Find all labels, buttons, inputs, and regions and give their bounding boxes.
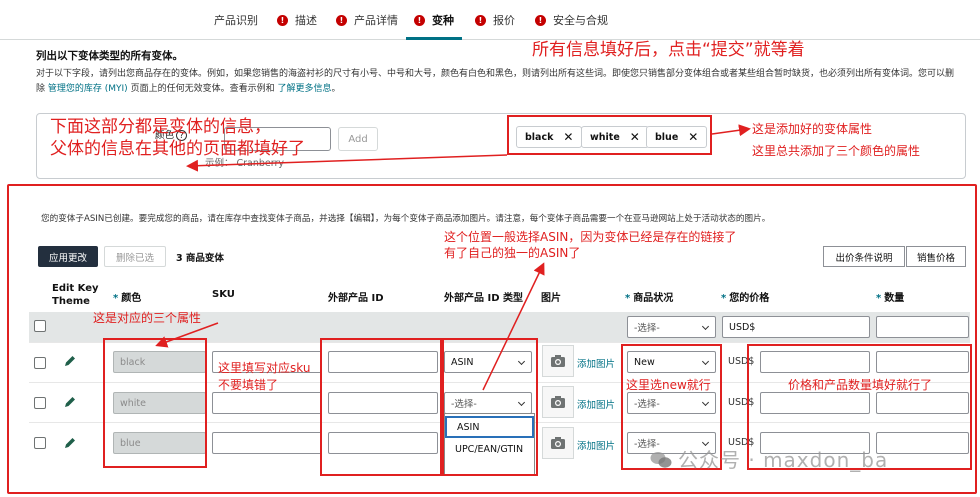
color-chip-blue: blue ✕	[646, 126, 708, 148]
tab-product-identity[interactable]: 产品识别	[214, 0, 258, 40]
camera-icon	[551, 355, 565, 367]
annotation-price-qty: 价格和产品数量填好就行了	[788, 378, 933, 392]
tab-safety-compliance[interactable]: ! 安全与合规	[535, 0, 608, 40]
image-placeholder[interactable]	[542, 427, 574, 459]
error-icon: !	[277, 14, 288, 26]
bulk-condition-select[interactable]: -选择-	[627, 316, 716, 338]
tab-variations[interactable]: ! 变种	[406, 0, 462, 40]
delete-selected-button[interactable]: 删除已选	[104, 246, 166, 267]
camera-icon	[551, 437, 565, 449]
remove-icon[interactable]: ✕	[688, 130, 698, 144]
annotation-corresponding: 这是对应的三个属性	[93, 311, 202, 325]
header-color: * 颜色	[113, 293, 142, 304]
annotation-variant-info: 下面这部分都是变体的信息， 父体的信息在其他的页面都填好了	[50, 117, 305, 159]
row-checkbox[interactable]	[34, 357, 46, 369]
child-asin-note: 您的变体子ASIN已创建。要完成您的商品，请在库存中查找变体子商品，并选择【编辑…	[41, 214, 771, 224]
intro-text: 对于以下字段，请列出您商品存在的变体。例如，如果您销售的海盗衬衫的尺寸有小号、中…	[36, 69, 955, 94]
tab-product-details[interactable]: ! 产品详情	[336, 0, 398, 40]
header-quantity: * 数量	[876, 293, 905, 304]
apply-changes-button[interactable]: 应用更改	[38, 246, 98, 267]
header-condition: * 商品状况	[625, 293, 674, 304]
select-all-checkbox[interactable]	[34, 320, 46, 332]
edit-pencil-icon[interactable]	[63, 436, 77, 450]
annotation-box-id-type	[442, 338, 538, 476]
add-image-link[interactable]: 添加图片	[577, 397, 615, 411]
watermark: 公众号 · maxdon_ba	[650, 444, 888, 473]
tab-bar: 产品识别 ! 描述 ! 产品详情 ! 变种 ! 报价 ! 安全与合规	[0, 0, 980, 40]
edit-pencil-icon[interactable]	[63, 354, 77, 368]
row-checkbox[interactable]	[34, 397, 46, 409]
color-chip-white: white ✕	[581, 126, 649, 148]
image-placeholder[interactable]	[542, 386, 574, 418]
bulk-quantity-input[interactable]	[876, 316, 969, 338]
add-image-link[interactable]: 添加图片	[577, 438, 615, 452]
annotation-submit: 所有信息填好后，点击“提交”就等着	[532, 40, 805, 60]
annotation-box-colors	[103, 338, 207, 468]
remove-icon[interactable]: ✕	[630, 130, 640, 144]
header-external-id: 外部产品 ID	[328, 293, 384, 304]
add-color-button[interactable]: Add	[338, 127, 378, 151]
color-chip-black: black ✕	[516, 126, 583, 148]
error-icon: !	[414, 14, 425, 26]
annotation-box-sku	[320, 338, 442, 476]
row-checkbox[interactable]	[34, 437, 46, 449]
bulk-price-input[interactable]: USD$	[722, 316, 870, 338]
variation-count: 3 商品变体	[176, 253, 224, 264]
header-sku: SKU	[212, 289, 235, 300]
header-image: 图片	[541, 293, 561, 304]
header-price: * 您的价格	[721, 293, 770, 304]
condition-note-button[interactable]: 出价条件说明	[823, 246, 905, 267]
section-title: 列出以下变体类型的所有变体。	[36, 50, 183, 62]
sku-input[interactable]	[212, 432, 322, 454]
remove-icon[interactable]: ✕	[563, 130, 573, 144]
sku-input[interactable]	[212, 392, 322, 414]
header-edit-key-theme: Edit Key Theme	[52, 283, 99, 307]
error-icon: !	[475, 14, 486, 26]
camera-icon	[551, 396, 565, 408]
annotation-three-colors: 这里总共添加了三个颜色的属性	[752, 144, 921, 158]
image-placeholder[interactable]	[542, 345, 574, 377]
tab-offer[interactable]: ! 报价	[475, 0, 515, 40]
error-icon: !	[336, 14, 347, 26]
wechat-icon	[650, 452, 672, 468]
header-external-id-type: 外部产品 ID 类型	[444, 293, 523, 304]
manage-inventory-link[interactable]: 管理您的库存 (MYI)	[48, 84, 128, 94]
learn-more-link[interactable]: 了解更多信息	[277, 84, 331, 94]
annotation-condition: 这里选new就行	[626, 378, 711, 392]
sale-price-button[interactable]: 销售价格	[906, 246, 966, 267]
annotation-added-attr: 这是添加好的变体属性	[752, 122, 873, 136]
edit-pencil-icon[interactable]	[63, 395, 77, 409]
tab-description[interactable]: ! 描述	[277, 0, 317, 40]
annotation-asin: 这个位置一般选择ASIN，因为变体已经是存在的链接了 有了自己的独一的ASIN了	[444, 230, 737, 260]
error-icon: !	[535, 14, 546, 26]
annotation-sku: 这里填写对应sku 不要填错了	[218, 361, 311, 392]
add-image-link[interactable]: 添加图片	[577, 356, 615, 370]
